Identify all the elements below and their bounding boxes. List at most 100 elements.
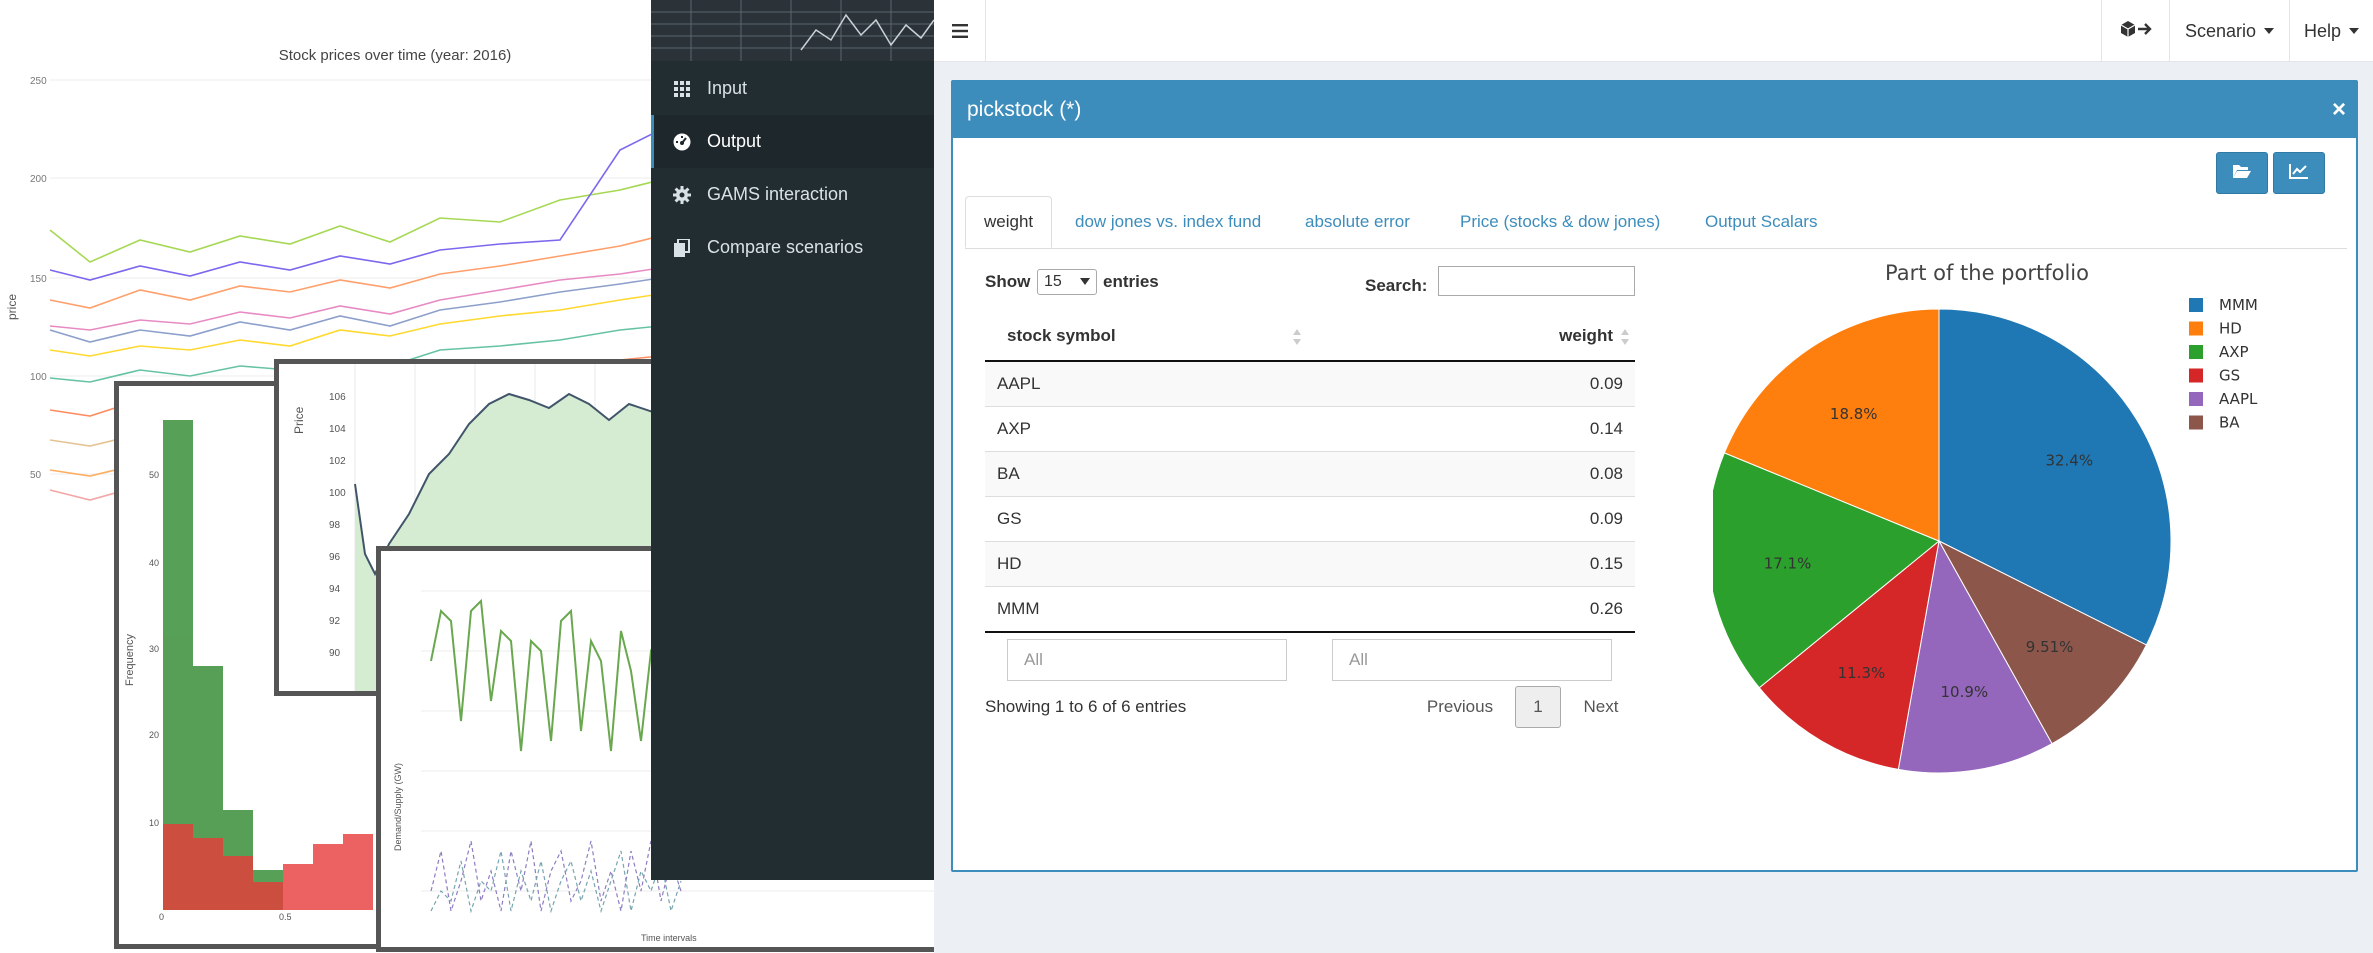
- legend-swatch-mmm[interactable]: [2189, 298, 2203, 312]
- y-tick: 106: [329, 392, 346, 403]
- chart-title: Part of the portfolio: [1885, 261, 2089, 285]
- legend-item-gs[interactable]: GS: [2219, 367, 2240, 385]
- line-chart-icon: [2289, 163, 2309, 184]
- y-tick: 150: [30, 274, 47, 285]
- column-header-weight[interactable]: weight: [1381, 312, 1635, 362]
- cell-symbol: GS: [985, 496, 1382, 542]
- table-row[interactable]: AXP 0.14: [985, 406, 1635, 452]
- entries-label: entries: [1103, 272, 1159, 291]
- import-data-button[interactable]: [2101, 0, 2169, 62]
- y-tick: 94: [329, 584, 341, 595]
- next-page-button[interactable]: Next: [1571, 686, 1631, 728]
- histogram-ylabel: Frequency: [124, 634, 136, 686]
- sidebar-item-gams-interaction[interactable]: GAMS interaction: [651, 168, 934, 221]
- y-tick: 100: [30, 372, 47, 383]
- y-tick: 50: [149, 470, 159, 480]
- table-row[interactable]: MMM 0.26: [985, 586, 1635, 633]
- filter-weight-input[interactable]: All: [1332, 639, 1612, 681]
- sidebar-item-output[interactable]: Output: [651, 115, 934, 168]
- legend-item-ba[interactable]: BA: [2219, 414, 2240, 432]
- legend-swatch-ba[interactable]: [2189, 415, 2203, 430]
- page-1-button[interactable]: 1: [1515, 686, 1561, 728]
- tab-dow-jones-vs-index-fund[interactable]: dow jones vs. index fund: [1075, 196, 1261, 248]
- scenario-label: Scenario: [2184, 20, 2257, 41]
- legend-item-axp[interactable]: AXP: [2219, 343, 2249, 361]
- legend-item-hd[interactable]: HD: [2219, 320, 2242, 338]
- table-info: Showing 1 to 6 of 6 entries: [985, 697, 1187, 716]
- sidebar-toggle-button[interactable]: [934, 0, 986, 62]
- output-tabs: weight dow jones vs. index fund absolute…: [965, 196, 2347, 249]
- y-tick: 200: [30, 174, 47, 185]
- pie-label-mmm: 32.4%: [2045, 452, 2093, 470]
- modal-header: pickstock (*) ×: [953, 82, 2356, 138]
- x-tick: 0.5: [279, 912, 292, 922]
- column-header-label: weight: [1559, 326, 1613, 345]
- sort-icon: [1293, 329, 1301, 345]
- pie-label-axp: 17.1%: [1764, 555, 1812, 573]
- show-label: Show: [985, 272, 1031, 291]
- demand-ylabel: Demand/Supply (GW): [393, 763, 403, 851]
- y-tick: 96: [329, 552, 341, 563]
- load-file-button[interactable]: [2216, 152, 2268, 194]
- sort-icon: [1621, 329, 1629, 345]
- legend-swatch-aapl[interactable]: [2189, 392, 2203, 406]
- pie-label-aapl: 10.9%: [1940, 683, 1988, 701]
- y-tick: 30: [149, 644, 159, 654]
- help-dropdown[interactable]: Help: [2289, 0, 2373, 62]
- cube-arrow-icon: [2120, 20, 2152, 43]
- sidebar-item-input[interactable]: Input: [651, 62, 934, 115]
- y-tick: 40: [149, 558, 159, 568]
- cell-weight: 0.15: [1381, 541, 1635, 587]
- copy-icon: [671, 237, 693, 259]
- page-length-select[interactable]: 15: [1037, 269, 1097, 295]
- y-tick: 250: [30, 76, 47, 87]
- legend-swatch-gs[interactable]: [2189, 368, 2203, 383]
- chevron-down-icon: [1080, 278, 1090, 285]
- previous-page-button[interactable]: Previous: [1415, 686, 1505, 728]
- search-input[interactable]: [1438, 266, 1635, 296]
- column-header-label: stock symbol: [1007, 326, 1116, 345]
- pie-label-hd: 18.8%: [1830, 405, 1878, 423]
- table-row[interactable]: GS 0.09: [985, 496, 1635, 542]
- y-tick: 50: [30, 470, 42, 481]
- table-row[interactable]: AAPL 0.09: [985, 360, 1635, 407]
- help-label: Help: [2303, 20, 2342, 41]
- legend-swatch-axp[interactable]: [2189, 345, 2203, 359]
- chevron-down-icon: [2349, 28, 2360, 34]
- sidebar-item-label: GAMS interaction: [707, 184, 849, 204]
- sidebar-item-compare-scenarios[interactable]: Compare scenarios: [651, 221, 934, 274]
- tab-price-stocks-dow-jones[interactable]: Price (stocks & dow jones): [1460, 196, 1660, 248]
- sidebar-item-label: Input: [707, 78, 748, 98]
- gear-icon: [671, 184, 693, 206]
- legend-item-aapl[interactable]: AAPL: [2219, 390, 2258, 408]
- y-tick: 10: [149, 818, 159, 828]
- table-row[interactable]: HD 0.15: [985, 541, 1635, 587]
- close-icon[interactable]: ×: [2332, 96, 2346, 124]
- grid-icon: [671, 78, 693, 100]
- tab-weight[interactable]: weight: [965, 196, 1053, 248]
- cell-weight: 0.08: [1381, 451, 1635, 497]
- legend-swatch-hd[interactable]: [2189, 321, 2203, 336]
- y-tick: 102: [329, 456, 346, 467]
- chart-view-button[interactable]: [2273, 152, 2325, 194]
- table-row[interactable]: BA 0.08: [985, 451, 1635, 497]
- filter-stock-symbol-input[interactable]: All: [1007, 639, 1287, 681]
- tab-absolute-error[interactable]: absolute error: [1305, 196, 1410, 248]
- price-ylabel: Price: [292, 406, 306, 434]
- column-header-stock-symbol[interactable]: stock symbol: [985, 312, 1382, 362]
- tab-output-scalars[interactable]: Output Scalars: [1705, 196, 1817, 248]
- demand-xlabel: Time intervals: [641, 933, 697, 943]
- cell-symbol: BA: [985, 451, 1382, 497]
- dashboard-icon: [671, 131, 693, 153]
- cell-weight: 0.09: [1381, 496, 1635, 542]
- chevron-down-icon: [2264, 28, 2275, 34]
- cell-symbol: AXP: [985, 406, 1382, 452]
- folder-open-icon: [2232, 163, 2252, 184]
- cell-weight: 0.09: [1381, 360, 1635, 407]
- sidebar: Input Output GAMS interaction Compare sc…: [651, 0, 934, 880]
- pie-label-ba: 9.51%: [2026, 638, 2074, 656]
- legend-item-mmm[interactable]: MMM: [2219, 296, 2258, 314]
- scenario-dropdown[interactable]: Scenario: [2169, 0, 2289, 62]
- page-length-value: 15: [1044, 273, 1062, 290]
- y-tick: 100: [329, 488, 346, 499]
